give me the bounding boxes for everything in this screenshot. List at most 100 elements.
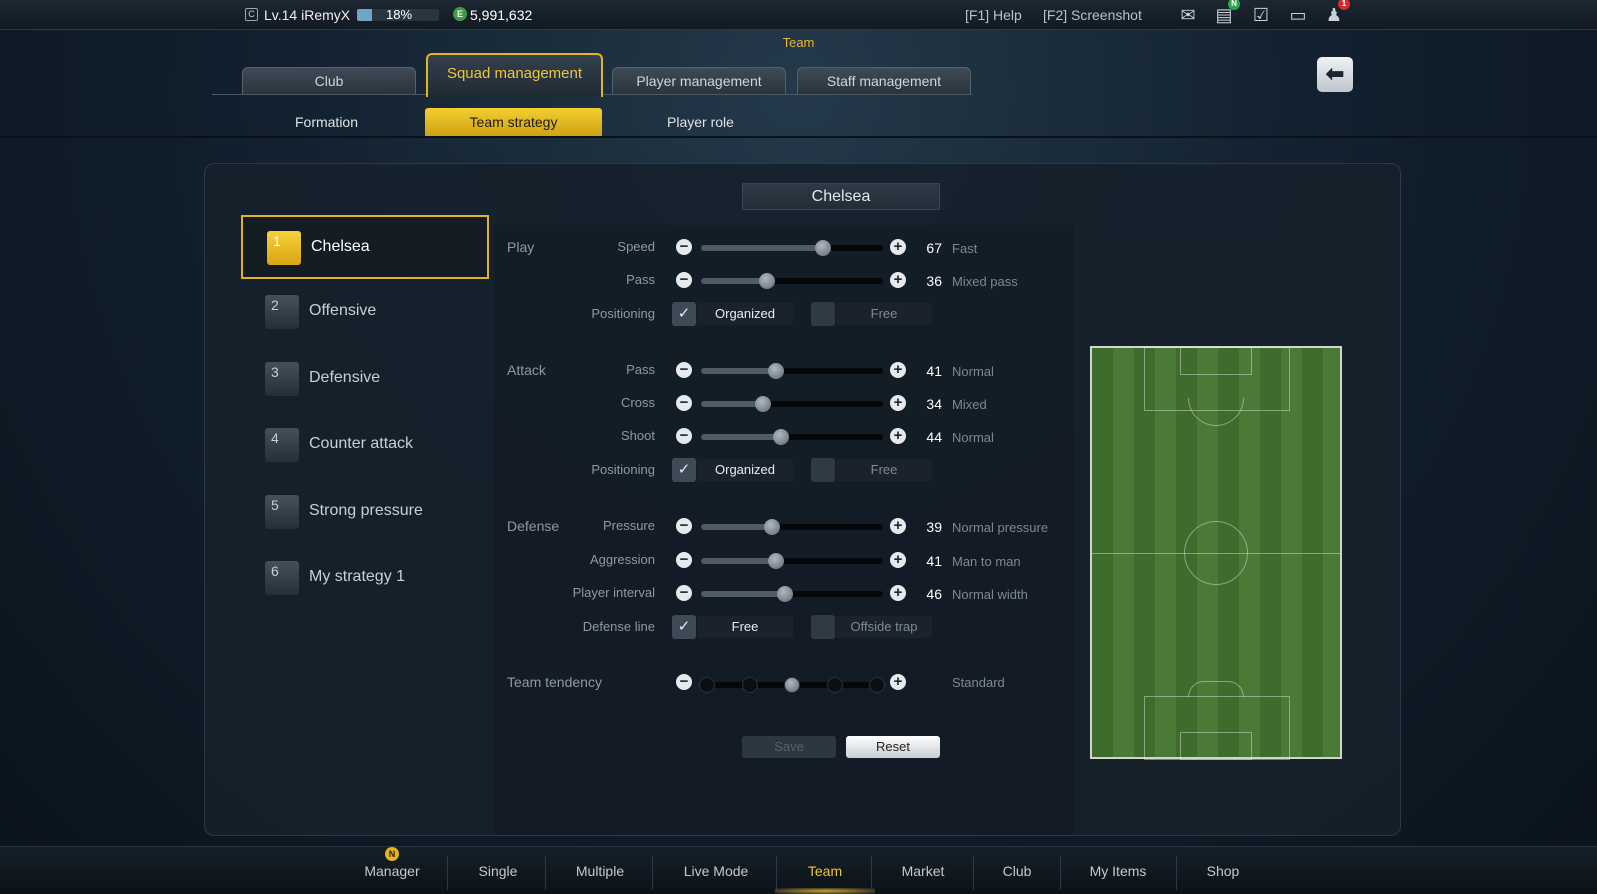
attack-free-option[interactable]: Free [836,459,932,481]
strategy-item-5[interactable]: 5 Strong pressure [241,481,489,545]
attack-pass-slider[interactable] [701,363,883,379]
play-organized-option[interactable]: Organized [697,303,793,325]
attack-pass-minus-button[interactable]: − [676,362,692,378]
subtab-formation[interactable]: Formation [238,108,415,136]
player-interval-plus-button[interactable]: + [890,585,906,601]
back-button[interactable]: ⬅ [1317,57,1353,92]
nav-separator [776,856,777,890]
strategy-item-3[interactable]: 3 Defensive [241,348,489,412]
slider-thumb[interactable] [814,240,831,256]
nav-separator [447,856,448,890]
shoot-slider[interactable] [701,429,883,445]
notification-badge: 1 [1338,0,1350,10]
play-pass-slider[interactable] [701,273,883,289]
play-free-option[interactable]: Free [836,303,932,325]
defense-line-free-checkbox[interactable]: ✓ [672,615,696,639]
tendency-step-5[interactable] [869,677,885,693]
tendency-step-4[interactable] [826,677,843,693]
offside-trap-checkbox[interactable] [811,615,835,639]
slider-thumb[interactable] [763,519,780,535]
slider-thumb[interactable] [776,586,793,602]
center-circle [1184,521,1248,585]
slider-thumb[interactable] [773,429,790,445]
shoot-plus-button[interactable]: + [890,428,906,444]
screenshot-link[interactable]: [F2] Screenshot [1043,7,1142,23]
play-organized-checkbox[interactable]: ✓ [672,302,696,326]
attack-pass-plus-button[interactable]: + [890,362,906,378]
defense-line-free-option[interactable]: Free [697,616,793,638]
aggression-plus-button[interactable]: + [890,552,906,568]
pressure-minus-button[interactable]: − [676,518,692,534]
play-pass-plus-button[interactable]: + [890,272,906,288]
help-link[interactable]: [F1] Help [965,7,1022,23]
pressure-plus-button[interactable]: + [890,518,906,534]
tab-club[interactable]: Club [242,67,416,94]
cross-label: Cross [621,395,655,410]
player-interval-slider[interactable] [701,586,883,602]
play-free-checkbox[interactable] [811,302,835,326]
strategy-item-1[interactable]: 1 Chelsea [241,215,489,279]
team-tendency-slider[interactable] [699,677,885,693]
cross-slider[interactable] [701,396,883,412]
nav-shop[interactable]: Shop [1183,863,1263,879]
checklist-icon[interactable]: ☑ [1249,4,1273,26]
goal-area-top [1180,347,1252,375]
nav-live-mode[interactable]: Live Mode [666,863,766,879]
slider-thumb[interactable] [767,553,784,569]
aggression-slider[interactable] [701,553,883,569]
offside-trap-option[interactable]: Offside trap [836,616,932,638]
cross-plus-button[interactable]: + [890,395,906,411]
strategy-label: Defensive [309,369,381,386]
team-tendency-minus-button[interactable]: − [676,674,692,690]
attack-organized-checkbox[interactable]: ✓ [672,458,696,482]
tab-staff-management[interactable]: Staff management [797,67,971,94]
tendency-step-2[interactable] [741,677,758,693]
chat-icon[interactable]: ▭ [1286,4,1310,26]
nav-my-items[interactable]: My Items [1068,863,1168,879]
nav-separator [652,856,653,890]
pressure-value: 39 [926,519,942,535]
attack-pass-label: Pass [626,362,655,377]
save-button[interactable]: Save [742,736,836,758]
speed-minus-button[interactable]: − [676,239,692,255]
subtab-player-role[interactable]: Player role [612,108,789,136]
player-interval-minus-button[interactable]: − [676,585,692,601]
strategy-item-2[interactable]: 2 Offensive [241,281,489,345]
tendency-step-3[interactable] [784,677,800,693]
mail-icon[interactable]: ✉ [1176,4,1200,26]
subtab-team-strategy[interactable]: Team strategy [425,108,602,136]
nav-market[interactable]: Market [883,863,963,879]
slider-thumb[interactable] [754,396,771,412]
pressure-label: Pressure [602,518,655,533]
nav-single[interactable]: Single [458,863,538,879]
nav-team[interactable]: Team [785,863,865,879]
team-tendency-plus-button[interactable]: + [890,674,906,690]
nav-multiple[interactable]: Multiple [560,863,640,879]
attack-free-checkbox[interactable] [811,458,835,482]
player-interval-desc: Normal width [952,587,1028,602]
cross-minus-button[interactable]: − [676,395,692,411]
slider-thumb[interactable] [758,273,775,289]
speed-desc: Fast [952,241,978,256]
reset-button[interactable]: Reset [846,736,940,758]
shoot-label: Shoot [621,428,655,443]
strategy-item-6[interactable]: 6 My strategy 1 [241,547,489,611]
slider-thumb[interactable] [767,363,784,379]
shoot-minus-button[interactable]: − [676,428,692,444]
aggression-minus-button[interactable]: − [676,552,692,568]
tab-squad-management[interactable]: Squad management [426,53,603,97]
tab-player-management[interactable]: Player management [612,67,786,94]
nav-club[interactable]: Club [977,863,1057,879]
strategy-number: 3 [265,362,299,396]
attack-organized-option[interactable]: Organized [697,459,793,481]
check-icon: ✓ [677,461,691,478]
pressure-slider[interactable] [701,519,883,535]
tendency-step-1[interactable] [699,677,715,693]
strategy-item-4[interactable]: 4 Counter attack [241,414,489,478]
play-pass-value: 36 [926,273,942,289]
play-pass-minus-button[interactable]: − [676,272,692,288]
nav-active-indicator [775,888,875,894]
nav-manager[interactable]: Manager [352,863,432,879]
speed-plus-button[interactable]: + [890,239,906,255]
speed-slider[interactable] [701,240,883,256]
